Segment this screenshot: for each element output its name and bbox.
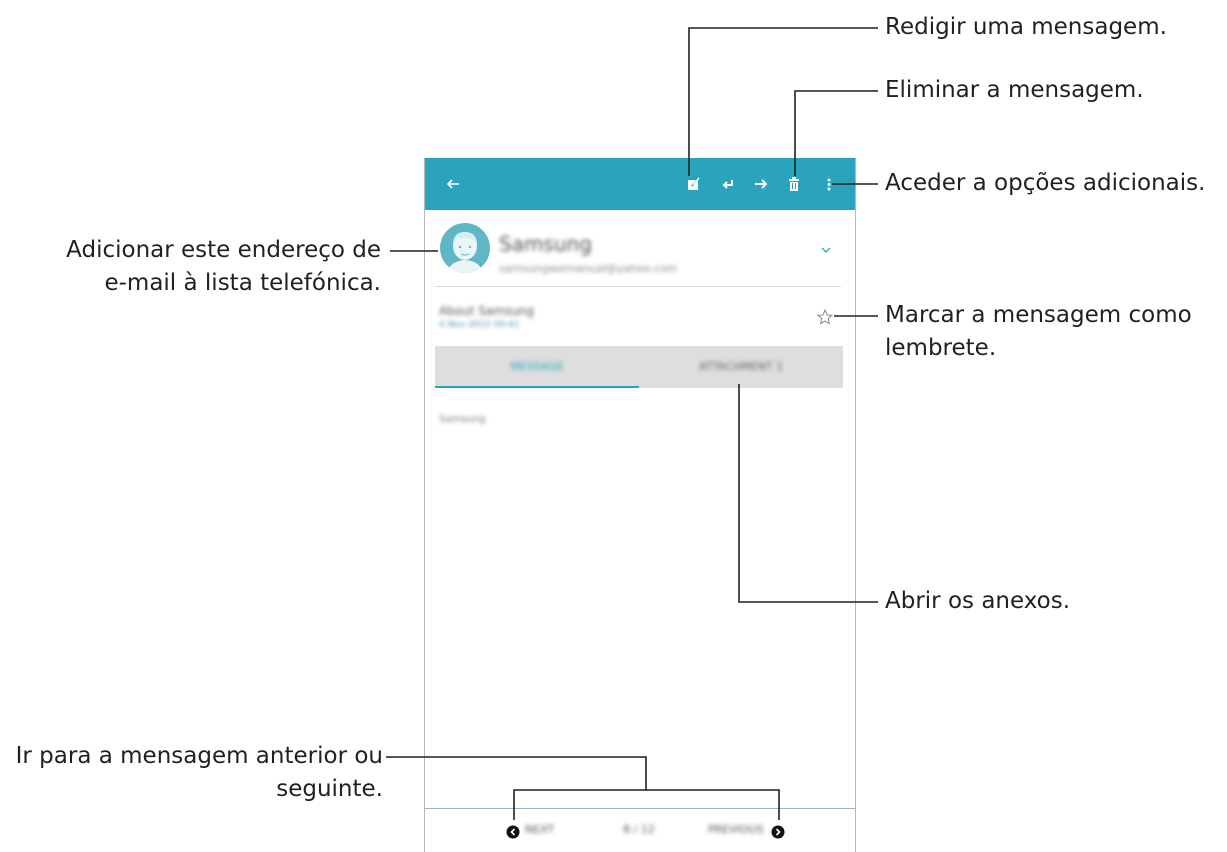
annotation-more-options: Aceder a opções adicionais. (885, 170, 1206, 196)
annotation-attachments: Abrir os anexos. (885, 588, 1070, 614)
annotation-nav-line1: Ir para a mensagem anterior ou (15, 743, 383, 769)
annotation-add-contact-line1: Adicionar este endereço de (66, 237, 381, 263)
attachments-callout-line (738, 384, 878, 603)
annotation-nav-line2: seguinte. (276, 776, 383, 802)
annotation-compose: Redigir uma mensagem. (885, 14, 1167, 40)
annotation-delete: Eliminar a mensagem. (885, 77, 1144, 103)
callout-lines (386, 27, 878, 820)
annotation-star-line2: lembrete. (885, 335, 997, 361)
nav-callout-line (386, 756, 647, 820)
annotation-add-contact-line2: e-mail à lista telefónica. (104, 270, 381, 296)
nav-callout-line-right (646, 789, 780, 820)
compose-callout-line (688, 27, 878, 176)
delete-callout-line (794, 90, 878, 176)
annotation-star-line1: Marcar a mensagem como (885, 302, 1192, 328)
